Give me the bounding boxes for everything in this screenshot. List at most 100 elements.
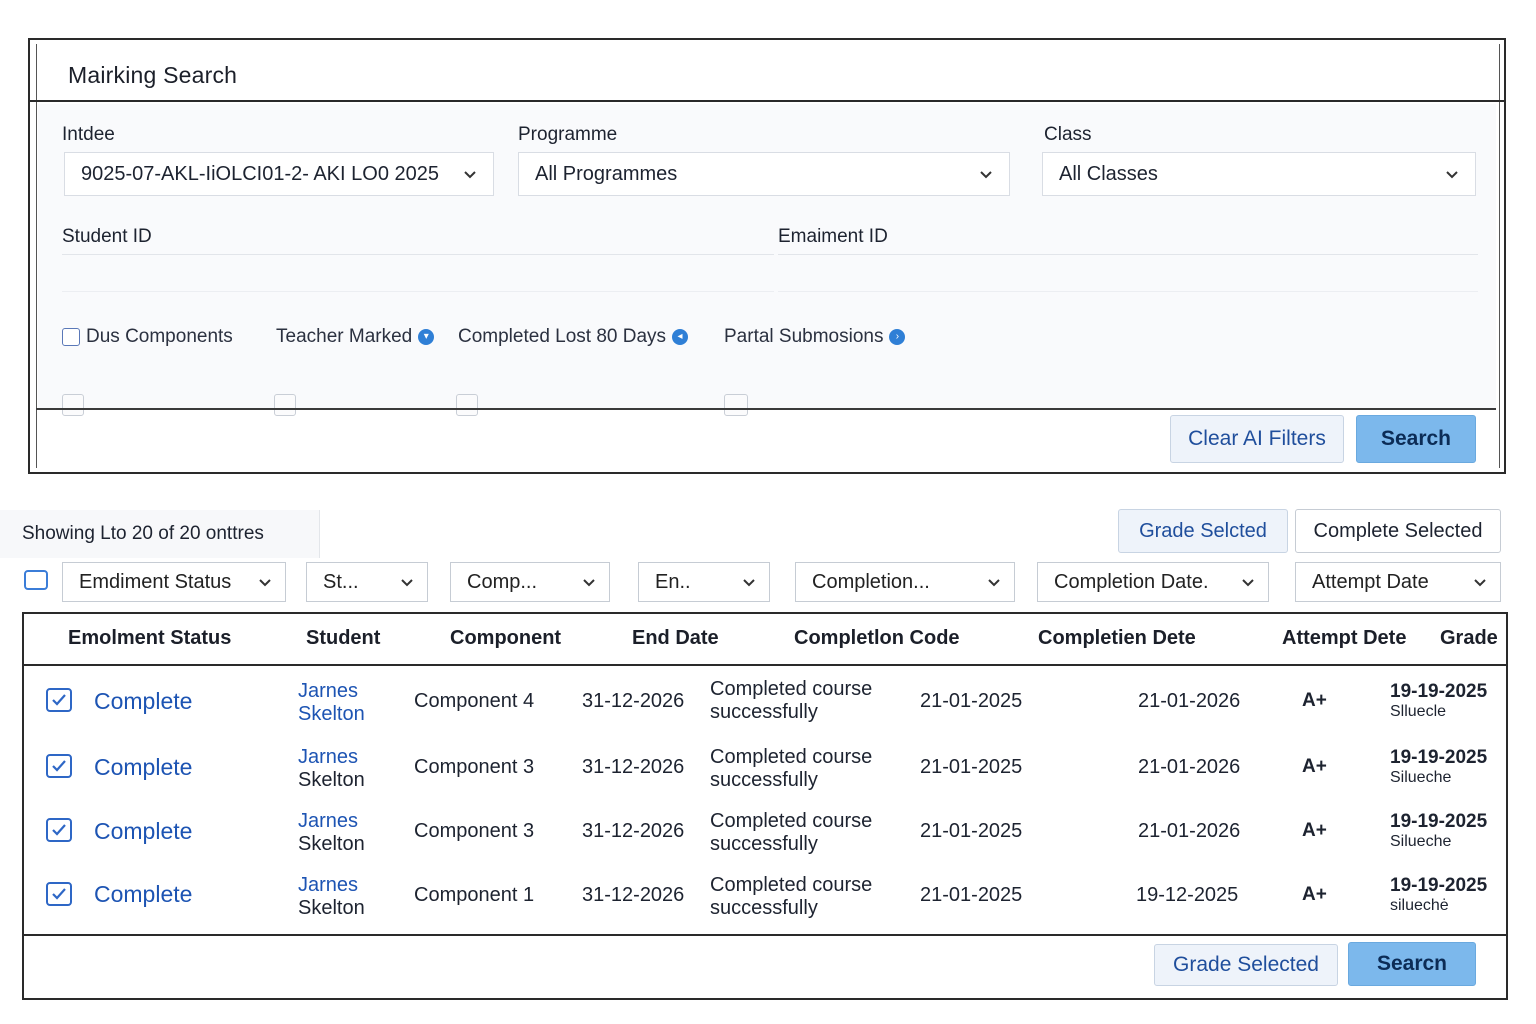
filter-label: St... [323,570,359,593]
student-name[interactable]: Jarnes Skelton [298,680,365,726]
due-components-toggle[interactable] [62,394,84,416]
checkbox-partial-submissions[interactable]: Partal Submosions › [724,326,906,348]
info-icon[interactable]: ◂ [672,329,689,345]
footer-search-button[interactable]: Searcn [1348,942,1476,986]
info-icon[interactable]: › [889,329,906,345]
enrolment-status[interactable]: Complete [94,688,192,715]
attempt-date: 19-12-2025 [1136,884,1239,906]
grade-date: 19-19-2025 [1390,747,1488,768]
checkbox-completed-last-days[interactable]: Completed Lost 80 Days ◂ [458,326,689,348]
student-first-name: Jarnes [298,680,359,702]
completion-date: 21-01-2025 [920,756,1023,778]
column-header[interactable]: Completlon Code [794,627,960,650]
row-checkbox[interactable] [46,882,72,906]
code-line: successfully [710,769,818,791]
teacher-marked-label: Teacher Marked [276,326,413,347]
filter-completion-date[interactable]: Completion Date. [1037,562,1269,602]
info-icon[interactable]: ▾ [418,329,435,345]
panel-title: Mairking Search [68,62,238,88]
table-row[interactable]: Complete Jarnes Skelton Component 4 31-12… [24,672,1506,736]
filter-end-date[interactable]: En.. [638,562,770,602]
grade-mark: A+ [1302,690,1327,711]
enrolment-status[interactable]: Complete [94,818,192,845]
student-first-name: Jarnes [298,874,359,896]
completed-last-days-toggle[interactable] [456,394,478,416]
code-line: Completed course [710,810,873,832]
student-name[interactable]: Jarnes Skelton [298,810,365,856]
column-header[interactable]: Component [450,627,561,650]
footer-grade-selected-button[interactable]: Grade Selected [1154,944,1338,986]
student-id-input[interactable] [62,254,774,292]
table-row[interactable]: Complete Jarnes Skelton Component 3 31-12… [24,738,1506,802]
component: Component 1 [414,884,535,906]
row-checkbox[interactable] [46,688,72,712]
student-name[interactable]: Jarnes Skelton [298,746,365,792]
select-all-checkbox[interactable] [24,570,48,590]
attempt-date: 21-01-2026 [1138,690,1241,712]
student-name[interactable]: Jarnes Skelton [298,874,365,920]
intake-select[interactable]: 9025-07-AKL-IiOLCI01-2- AKI LO0 2025 [64,152,494,196]
attempt-date: 21-01-2026 [1138,756,1241,778]
chevron-down-icon [401,579,413,587]
student-last-name: Skelton [298,769,365,791]
teacher-marked-toggle[interactable] [274,394,296,416]
grade-selected-button[interactable]: Grade Selcted [1118,509,1288,553]
row-checkbox[interactable] [46,818,72,842]
filter-enrolment-status[interactable]: Emdiment Status [62,562,286,602]
filter-student[interactable]: St... [306,562,428,602]
grade-mark: A+ [1302,756,1327,777]
search-button[interactable]: Search [1356,415,1476,463]
filter-label: En.. [655,570,691,593]
due-components-label: Dus Components [86,326,233,347]
column-header[interactable]: Grade [1440,627,1498,650]
column-header[interactable]: Attempt Dete [1282,627,1406,650]
column-header[interactable]: Completien Dete [1038,627,1196,650]
student-last-name: Skelton [298,897,365,919]
checkbox-teacher-marked[interactable]: Teacher Marked ▾ [276,326,435,348]
completion-date: 21-01-2025 [920,884,1023,906]
grade-mark: A+ [1302,820,1327,841]
checkbox-due-components[interactable]: Dus Components [62,326,233,348]
check-icon [52,760,66,772]
row-checkbox[interactable] [46,754,72,778]
attempt-date: 21-01-2026 [1138,820,1241,842]
filter-label: Emdiment Status [79,570,232,593]
filter-label: Attempt Date [1312,570,1429,593]
chevron-down-icon [980,171,992,179]
enrolment-status[interactable]: Complete [94,881,192,908]
due-components-checkbox[interactable] [62,328,80,346]
code-line: Completed course [710,746,873,768]
enrolment-status[interactable]: Complete [94,754,192,781]
complete-selected-button[interactable]: Complete Selected [1295,509,1501,553]
intake-select-value: 9025-07-AKL-IiOLCI01-2- AKI LO0 2025 [81,162,439,185]
clear-all-filters-button[interactable]: Clear AI Filters [1170,415,1344,463]
partial-submissions-toggle[interactable] [724,394,748,416]
filter-completion-code[interactable]: Completion... [795,562,1015,602]
grade-info: 19-19-2025 Silueche [1390,748,1487,788]
programme-select[interactable]: All Programmes [518,152,1010,196]
completion-code: Completed course successfully [710,746,872,792]
column-header[interactable]: Emolment Status [68,627,231,650]
end-date: 31-12-2026 [582,756,685,778]
table-row[interactable]: Complete Jarnes Skelton Component 1 31-12… [24,866,1506,930]
student-id-label: Student ID [62,226,152,247]
column-header[interactable]: Student [306,627,380,650]
completion-code: Completed course successfully [710,874,872,920]
grade-info: 19-19-2025 Slluecle [1390,682,1487,722]
grade-info: 19-19-2025 siluechė [1390,876,1487,916]
class-select[interactable]: All Classes [1042,152,1476,196]
filter-component[interactable]: Comp... [450,562,610,602]
student-first-name: Jarnes [298,746,359,768]
column-header[interactable]: End Date [632,627,719,650]
grade-by: Silueche [1390,769,1452,786]
enrolment-id-input[interactable] [778,254,1478,292]
filter-label: Comp... [467,570,538,593]
grade-date: 19-19-2025 [1390,681,1488,702]
class-select-value: All Classes [1059,162,1158,185]
intake-label: Intdee [62,124,115,145]
check-icon [52,694,66,706]
filter-attempt-date[interactable]: Attempt Date [1295,562,1501,602]
table-row[interactable]: Complete Jarnes Skelton Component 3 31-12… [24,802,1506,866]
column-filter-row: Emdiment Status St... Comp... En.. Compl… [0,560,1536,610]
component: Component 4 [414,690,535,712]
